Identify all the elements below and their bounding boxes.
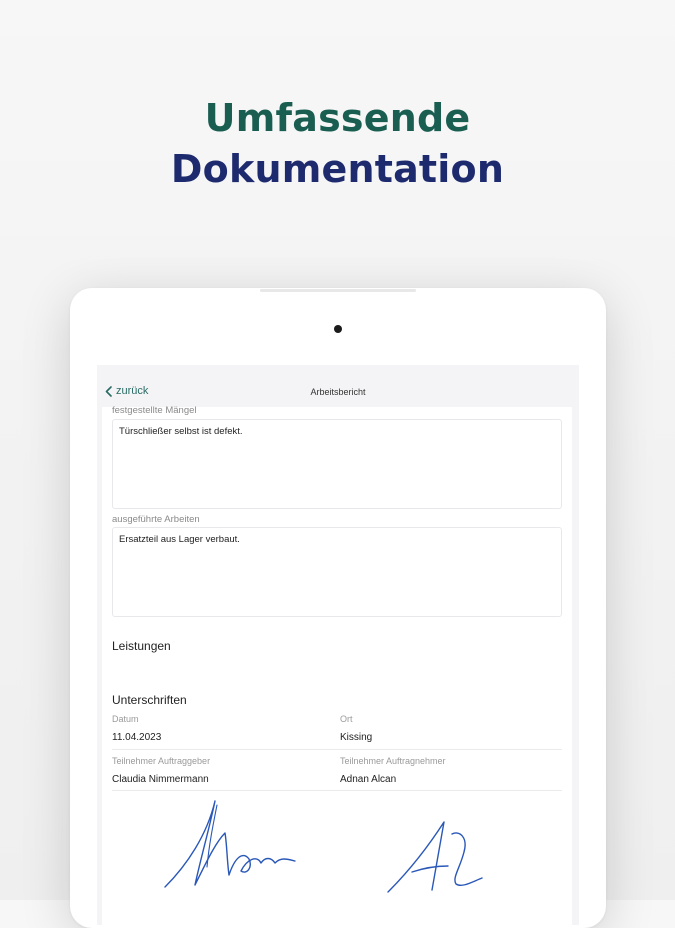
signature-auftraggeber[interactable] — [157, 795, 307, 890]
tablet-top-button — [260, 289, 416, 292]
auftraggeber-value[interactable]: Claudia Nimmermann — [112, 774, 209, 785]
maengel-textarea[interactable]: Türschließer selbst ist defekt. — [112, 419, 562, 509]
divider-2 — [112, 790, 562, 791]
tablet-screen: zurück Arbeitsbericht festgestellte Mäng… — [97, 365, 579, 925]
arbeiten-label: ausgeführte Arbeiten — [112, 514, 200, 525]
auftragnehmer-label: Teilnehmer Auftragnehmer — [340, 756, 446, 766]
arbeiten-textarea[interactable]: Ersatzteil aus Lager verbaut. — [112, 527, 562, 617]
datum-label: Datum — [112, 714, 139, 724]
ort-label: Ort — [340, 714, 353, 724]
auftragnehmer-value[interactable]: Adnan Alcan — [340, 774, 396, 785]
unterschriften-title: Unterschriften — [112, 693, 187, 707]
report-content: festgestellte Mängel Türschließer selbst… — [102, 405, 572, 925]
camera-dot — [334, 325, 342, 333]
divider-1 — [112, 749, 562, 750]
headline-line-1: Umfassende — [204, 96, 471, 140]
leistungen-title[interactable]: Leistungen — [112, 639, 171, 653]
maengel-value: Türschließer selbst ist defekt. — [119, 426, 243, 437]
arbeiten-value: Ersatzteil aus Lager verbaut. — [119, 534, 240, 545]
navigation-bar: zurück Arbeitsbericht — [97, 365, 579, 407]
signature-auftragnehmer[interactable] — [382, 812, 492, 897]
nav-title: Arbeitsbericht — [310, 387, 366, 397]
auftraggeber-label: Teilnehmer Auftraggeber — [112, 756, 211, 766]
tablet-frame: zurück Arbeitsbericht festgestellte Mäng… — [70, 288, 606, 928]
datum-value[interactable]: 11.04.2023 — [112, 732, 161, 743]
headline-line-2: Dokumentation — [170, 147, 505, 191]
maengel-label: festgestellte Mängel — [112, 405, 197, 416]
ort-value[interactable]: Kissing — [340, 732, 372, 743]
